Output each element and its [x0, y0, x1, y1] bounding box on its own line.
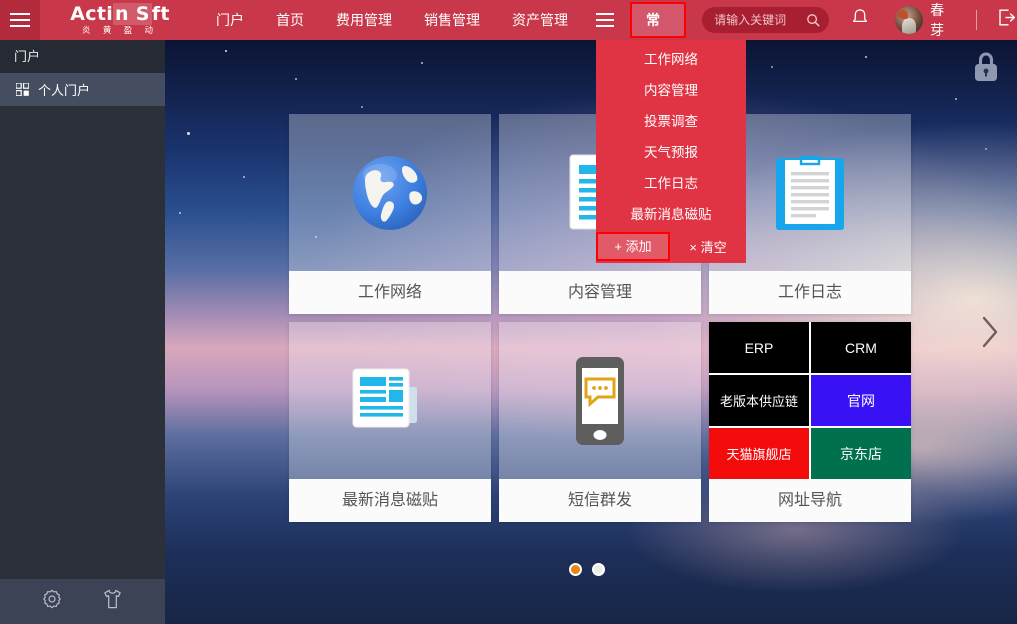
link-tile-grid: ERP CRM 老版本供应链 官网 天猫旗舰店 京东店 — [709, 322, 911, 479]
logout-icon[interactable] — [997, 8, 1017, 32]
notification-bell-icon[interactable] — [851, 8, 869, 32]
dropdown-item-weather-forecast[interactable]: 天气预报 — [596, 137, 746, 168]
link-tile-erp[interactable]: ERP — [709, 322, 809, 373]
nav-item-expense[interactable]: 费用管理 — [320, 0, 408, 40]
card-title: 内容管理 — [499, 271, 701, 314]
dropdown-footer: + 添加 × 清空 — [596, 230, 746, 263]
frequently-used-dropdown-menu: 工作网络 内容管理 投票调查 天气预报 工作日志 最新消息磁贴 + 添加 × 清… — [596, 40, 746, 263]
frequently-used-button[interactable]: 常用 — [630, 2, 687, 60]
grid-icon — [16, 83, 29, 96]
link-tile-jd-store[interactable]: 京东店 — [811, 428, 911, 479]
search-box[interactable] — [702, 7, 830, 33]
star — [955, 98, 957, 100]
lock-icon[interactable] — [971, 50, 1001, 89]
sidebar-item-label: 个人门户 — [38, 83, 91, 98]
user-avatar[interactable] — [895, 6, 924, 34]
hamburger-line — [10, 13, 30, 15]
dropdown-clear-button[interactable]: × 清空 — [670, 237, 746, 256]
card-title: 短信群发 — [499, 479, 701, 522]
dropdown-item-work-log[interactable]: 工作日志 — [596, 168, 746, 199]
link-tile-crm[interactable]: CRM — [811, 322, 911, 373]
brand-logo[interactable]: Acti n Sft 炎 黄 盈 动 — [40, 0, 200, 40]
portal-card-latest-news-tile[interactable]: 最新消息磁贴 — [289, 322, 491, 522]
tshirt-icon[interactable] — [102, 589, 123, 614]
link-tile-old-supply-chain[interactable]: 老版本供应链 — [709, 375, 809, 426]
header-divider — [976, 10, 977, 30]
hamburger-line — [10, 25, 30, 27]
brand-name-part3: ft — [151, 3, 170, 25]
star — [421, 62, 423, 64]
brand-subtitle: 炎 黄 盈 动 — [81, 25, 159, 35]
nav-more-hamburger-icon[interactable] — [584, 0, 626, 40]
nav-item-portal[interactable]: 门户 — [200, 0, 260, 40]
left-sidebar: 门户 个人门户 — [0, 40, 165, 624]
gear-icon[interactable] — [42, 589, 62, 614]
top-navigation-bar: Acti n Sft 炎 黄 盈 动 门户 首页 费用管理 销售管理 资产管理 常… — [0, 0, 1017, 60]
brand-name-part1: Acti — [70, 3, 114, 25]
globe-icon — [353, 155, 427, 230]
hamburger-line — [596, 25, 614, 27]
portal-card-link-navigation[interactable]: ERP CRM 老版本供应链 官网 天猫旗舰店 京东店 网址导航 — [709, 322, 911, 522]
sidebar-item-personal-portal[interactable]: 个人门户 — [0, 73, 165, 106]
page-dot-1[interactable] — [569, 563, 582, 576]
card-title: 最新消息磁贴 — [289, 479, 491, 522]
hamburger-line — [596, 19, 614, 21]
dropdown-add-button[interactable]: + 添加 — [596, 232, 670, 261]
star — [295, 78, 297, 80]
clipboard-icon — [776, 155, 844, 230]
search-icon[interactable] — [806, 13, 821, 28]
card-icon-area — [289, 322, 491, 479]
sidebar-title: 门户 — [0, 40, 165, 73]
hamburger-line — [596, 13, 614, 15]
star — [771, 66, 773, 68]
dropdown-item-content-mgmt[interactable]: 内容管理 — [596, 75, 746, 106]
star — [865, 56, 867, 58]
link-tile-official-site[interactable]: 官网 — [811, 375, 911, 426]
link-tile-tmall-store[interactable]: 天猫旗舰店 — [709, 428, 809, 479]
portal-card-work-network[interactable]: 工作网络 — [289, 114, 491, 314]
phone-sms-icon — [576, 356, 624, 445]
news-icon — [352, 368, 417, 427]
card-title: 网址导航 — [709, 479, 911, 522]
nav-item-assets[interactable]: 资产管理 — [496, 0, 584, 40]
dropdown-item-latest-news-tile[interactable]: 最新消息磁贴 — [596, 199, 746, 230]
sidebar-bottom-toolbar — [0, 579, 165, 624]
star — [243, 176, 245, 178]
brand-name-part2: n S — [113, 3, 152, 25]
brand-name: Acti n Sft — [70, 3, 170, 25]
username-label: 春芽 — [930, 2, 945, 38]
page-dot-2[interactable] — [592, 563, 605, 576]
star — [225, 50, 227, 52]
chevron-right-icon — [982, 316, 998, 348]
star — [179, 212, 181, 214]
star — [361, 106, 363, 108]
dropdown-item-work-network[interactable]: 工作网络 — [596, 44, 746, 75]
search-input[interactable] — [714, 13, 807, 27]
desktop-wallpaper-area: 工作网络 内容管理 工作日志 最新消息磁贴 短信群发 ERP CRM 老版本供应… — [165, 36, 1017, 624]
nav-item-home[interactable]: 首页 — [260, 0, 320, 40]
sidebar-empty-area — [0, 106, 165, 579]
card-title: 工作日志 — [709, 271, 911, 314]
hamburger-line — [10, 19, 30, 21]
main-menu-hamburger-button[interactable] — [0, 0, 40, 40]
card-icon-area — [289, 114, 491, 271]
star — [187, 132, 190, 135]
next-page-arrow-button[interactable] — [969, 304, 1009, 360]
card-title: 工作网络 — [289, 271, 491, 314]
star — [985, 148, 987, 150]
dropdown-item-vote-survey[interactable]: 投票调查 — [596, 106, 746, 137]
card-icon-area — [499, 322, 701, 479]
page-indicator — [569, 563, 605, 576]
portal-card-sms-broadcast[interactable]: 短信群发 — [499, 322, 701, 522]
nav-item-sales[interactable]: 销售管理 — [408, 0, 496, 40]
